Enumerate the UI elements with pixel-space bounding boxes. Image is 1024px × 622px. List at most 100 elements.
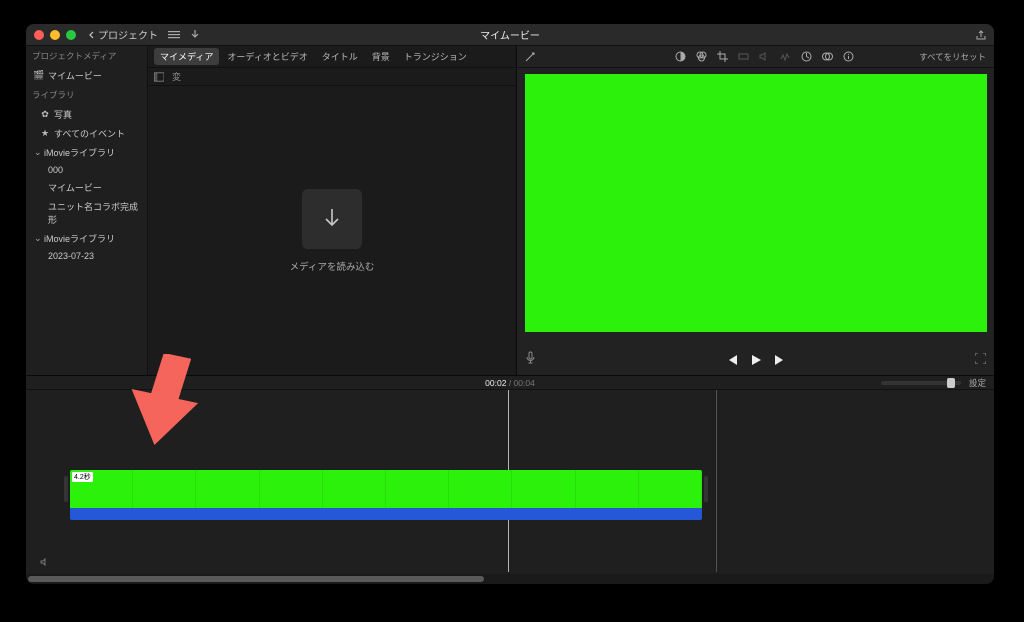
titlebar-left: プロジェクト [88,27,200,42]
timecode-duration: 00:04 [514,378,535,388]
titlebar: プロジェクト マイムービー [26,24,994,46]
fullscreen-icon[interactable] [975,351,986,369]
sidebar-item-label: 000 [48,165,63,175]
info-icon[interactable] [843,51,854,62]
timeline-end-marker [716,390,717,572]
timeline-scrollbar[interactable] [26,574,994,584]
timeline-clip[interactable]: 4.2秒 [70,470,702,522]
sidebar-item-label: 2023-07-23 [48,251,94,261]
chevron-down-icon: ⌄ [34,147,40,158]
tab-label: タイトル [322,52,358,62]
maximize-window-button[interactable] [66,30,76,40]
sidebar: プロジェクトメディア 🎬 マイムービー ライブラリ ✿ 写真 ★ すべてのイベン… [26,46,148,375]
media-empty-area: メディアを読み込む [148,86,516,375]
close-window-button[interactable] [34,30,44,40]
timeline: 00:02 / 00:04 設定 4.2秒 [26,376,994,584]
magic-wand-icon[interactable] [525,52,535,62]
timeline-header: 00:02 / 00:04 設定 [26,376,994,390]
color-balance-icon[interactable] [675,51,686,62]
preview-toolbar: すべてをリセット [517,46,994,68]
tab-titles[interactable]: タイトル [316,48,364,65]
clip-trim-handle-left[interactable] [64,476,68,502]
sidebar-item-lib2-a[interactable]: 2023-07-23 [26,248,147,264]
clip-filter-icon[interactable] [822,51,833,62]
back-to-projects-button[interactable]: プロジェクト [88,27,158,42]
scrollbar-thumb[interactable] [28,576,484,582]
sidebar-item-label: iMovieライブラリ [44,146,115,159]
prev-frame-button[interactable] [726,355,738,365]
timecode-total: / [506,378,513,388]
clip-trim-handle-right[interactable] [704,476,708,502]
sidebar-item-all-events[interactable]: ★ すべてのイベント [26,124,147,143]
browser-tabs: マイメディア オーディオとビデオ タイトル 背景 トランジション [148,46,516,68]
playback-controls [726,354,786,366]
back-label: プロジェクト [98,27,158,42]
sidebar-item-lib1-c[interactable]: ユニット名コラボ完成形 [26,197,147,229]
tab-transitions[interactable]: トランジション [398,48,473,65]
reset-all-button[interactable]: すべてをリセット [919,51,986,63]
tab-label: 背景 [372,52,390,62]
timecode-current: 00:02 [485,378,506,388]
sidebar-toggle-icon[interactable] [154,72,164,82]
sidebar-item-label: 写真 [54,108,72,121]
sidebar-item-project[interactable]: 🎬 マイムービー [26,66,147,85]
sidebar-item-label: マイムービー [48,69,102,82]
timeline-body[interactable]: 4.2秒 [26,390,994,584]
tab-label: オーディオとビデオ [227,52,307,62]
media-browser: マイメディア オーディオとビデオ タイトル 背景 トランジション 変 メディアを… [148,46,516,375]
tab-audio-video[interactable]: オーディオとビデオ [221,48,313,65]
photos-icon: ✿ [40,110,50,120]
sidebar-item-library2[interactable]: ⌄ iMovieライブラリ [26,229,147,248]
zoom-slider-knob[interactable] [947,378,955,388]
microphone-icon[interactable] [525,351,536,370]
minimize-window-button[interactable] [50,30,60,40]
stabilize-icon[interactable] [738,51,749,62]
preview-panel: すべてをリセット [516,46,994,375]
clip-audio-track[interactable] [70,508,702,520]
chevron-down-icon: ⌄ [34,233,40,244]
tab-my-media[interactable]: マイメディア [154,48,219,65]
main-row: プロジェクトメディア 🎬 マイムービー ライブラリ ✿ 写真 ★ すべてのイベン… [26,46,994,376]
tab-label: トランジション [404,52,467,62]
app-window: プロジェクト マイムービー プロジェクトメディア 🎬 マイムービー ライブラリ … [26,24,994,584]
media-toolbar-label[interactable]: 変 [172,70,181,83]
import-media-tile[interactable]: メディアを読み込む [290,189,375,273]
media-toolbar: 変 [148,68,516,86]
sidebar-section-project-media: プロジェクトメディア [26,46,147,66]
import-arrow-icon [302,189,362,249]
sidebar-item-label: iMovieライブラリ [44,232,115,245]
window-title: マイムービー [480,27,540,42]
import-icon[interactable] [190,30,200,40]
preview-viewport [517,68,994,345]
tab-label: マイメディア [160,52,213,62]
sidebar-item-label: ユニット名コラボ完成形 [48,200,141,226]
sidebar-section-library: ライブラリ [26,85,147,105]
sidebar-item-label: マイムービー [48,181,102,194]
import-label: メディアを読み込む [290,259,375,273]
tab-backgrounds[interactable]: 背景 [366,48,396,65]
play-button[interactable] [750,354,762,366]
sidebar-item-lib1-a[interactable]: 000 [26,162,147,178]
window-controls [34,30,76,40]
noise-reduction-icon[interactable] [780,51,791,62]
zoom-slider[interactable] [881,381,961,385]
share-icon[interactable] [976,30,986,40]
star-icon: ★ [40,129,50,139]
view-options-icon[interactable] [168,30,180,40]
sidebar-item-lib1-b[interactable]: マイムービー [26,178,147,197]
transport-bar [517,345,994,375]
clip-video-track[interactable]: 4.2秒 [70,470,702,508]
speed-icon[interactable] [801,51,812,62]
crop-icon[interactable] [717,51,728,62]
timeline-header-right: 設定 [881,377,986,389]
sidebar-item-photos[interactable]: ✿ 写真 [26,105,147,124]
sidebar-item-library1[interactable]: ⌄ iMovieライブラリ [26,143,147,162]
next-frame-button[interactable] [774,355,786,365]
audio-meter-icon[interactable] [40,557,50,570]
color-correction-icon[interactable] [696,51,707,62]
timeline-settings-button[interactable]: 設定 [969,377,986,389]
volume-icon[interactable] [759,51,770,62]
preview-frame [525,74,987,332]
sidebar-item-label: すべてのイベント [54,127,125,140]
clapperboard-icon: 🎬 [34,71,44,81]
